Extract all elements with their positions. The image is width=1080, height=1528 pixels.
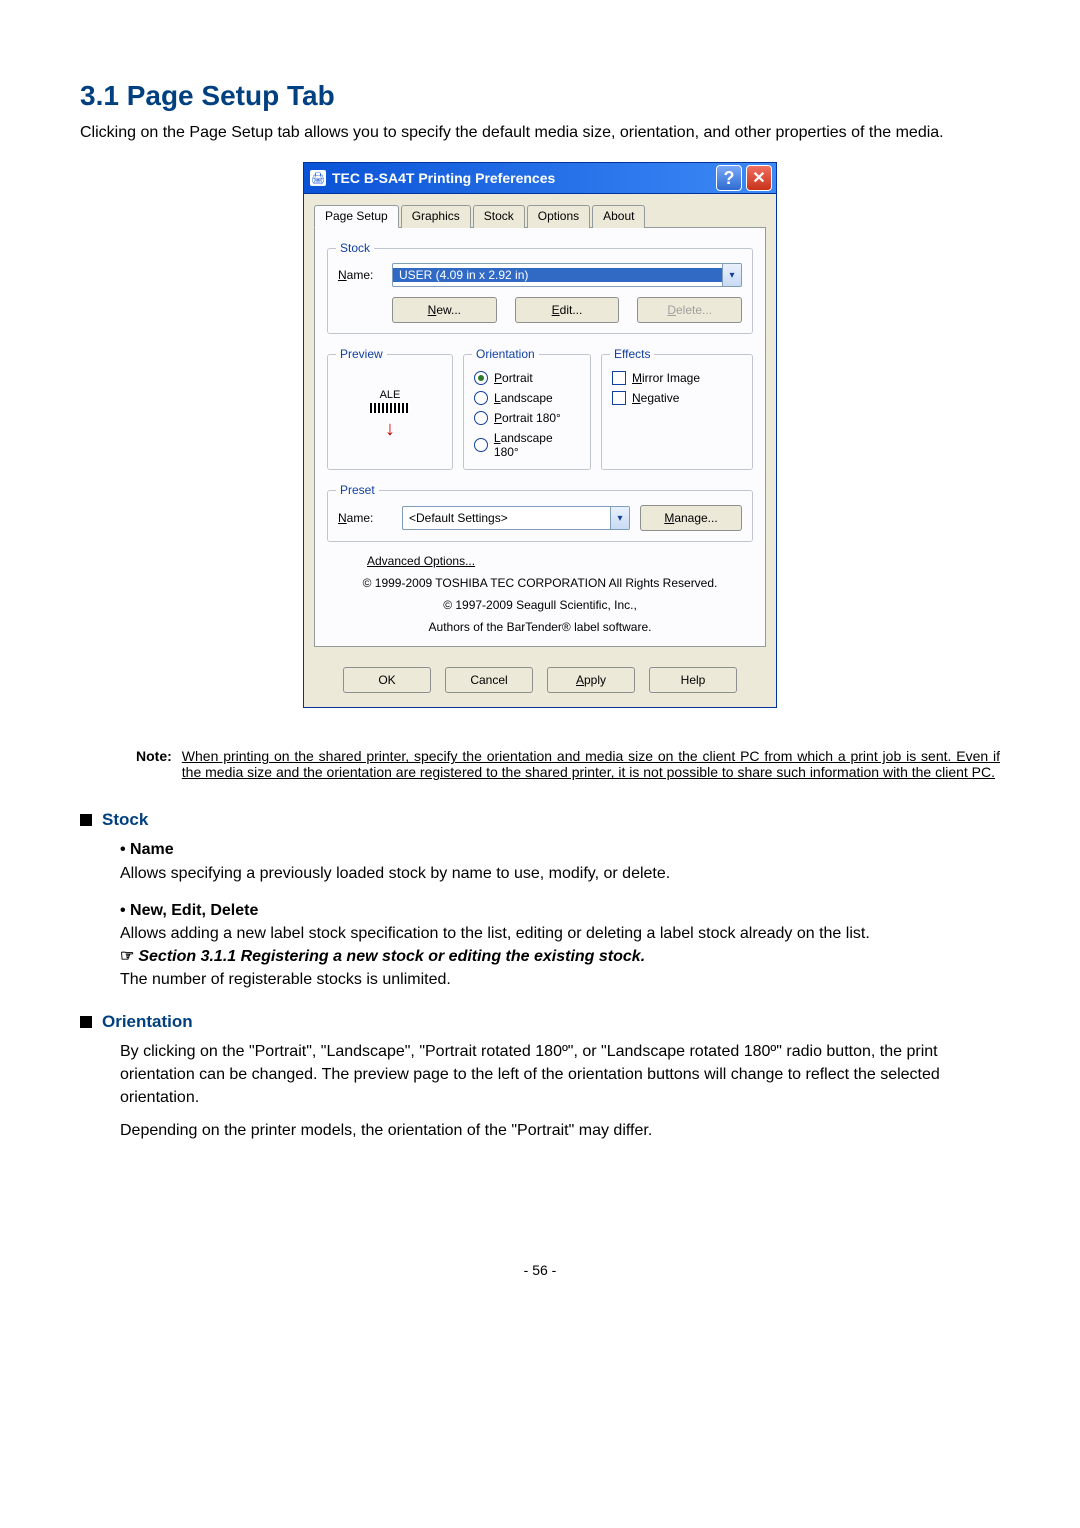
preset-name-label: Name: (338, 511, 392, 525)
radio-landscape-180[interactable]: Landscape 180° (474, 431, 580, 459)
preview-legend: Preview (336, 347, 387, 361)
note-text: When printing on the shared printer, spe… (182, 748, 1000, 780)
copyright-line-2: © 1997-2009 Seagull Scientific, Inc., (327, 596, 753, 614)
item-body-2: The number of registerable stocks is unl… (120, 968, 1000, 991)
orientation-legend: Orientation (472, 347, 539, 361)
cancel-button[interactable]: Cancel (445, 667, 533, 693)
copyright-line-1: © 1999-2009 TOSHIBA TEC CORPORATION All … (327, 574, 753, 592)
barcode-icon (370, 403, 410, 413)
tab-stock[interactable]: Stock (473, 205, 525, 228)
tab-options[interactable]: Options (527, 205, 590, 228)
ok-button[interactable]: OK (343, 667, 431, 693)
radio-icon (474, 411, 488, 425)
item-title: New, Edit, Delete (120, 899, 1000, 922)
effects-group: Effects Mirror Image Negative (601, 354, 753, 470)
check-label: Negative (632, 391, 679, 405)
page-number: - 56 - (80, 1262, 1000, 1278)
checkbox-icon (612, 371, 626, 385)
note-label: Note: (136, 748, 172, 780)
radio-portrait[interactable]: Portrait (474, 371, 580, 385)
tab-page-setup[interactable]: Page Setup (314, 205, 399, 228)
section-stock-heading: Stock (80, 810, 1000, 830)
printing-preferences-dialog: 🖨 TEC B-SA4T Printing Preferences ? ✕ Pa… (303, 162, 777, 708)
preview-canvas: ALE ↓ (350, 369, 430, 459)
preset-legend: Preset (336, 483, 379, 497)
preset-dropdown[interactable]: <Default Settings> ▾ (402, 506, 630, 530)
dialog-button-bar: OK Cancel Apply Help (304, 655, 776, 707)
preset-group: Preset Name: <Default Settings> ▾ Manage… (327, 490, 753, 542)
delete-button[interactable]: Delete... (637, 297, 742, 323)
radio-icon (474, 391, 488, 405)
new-button[interactable]: New... (392, 297, 497, 323)
arrow-down-icon: ↓ (385, 419, 395, 439)
close-icon[interactable]: ✕ (746, 165, 772, 191)
tab-about[interactable]: About (592, 205, 645, 228)
stock-group: Stock Name: USER (4.09 in x 2.92 in) ▾ N… (327, 248, 753, 334)
cross-reference: ☞Section 3.1.1 Registering a new stock o… (120, 945, 1000, 968)
dialog-title: TEC B-SA4T Printing Preferences (332, 170, 712, 186)
tab-graphics[interactable]: Graphics (401, 205, 471, 228)
stock-name-label: Name: (338, 268, 392, 282)
chevron-down-icon[interactable]: ▾ (722, 264, 741, 286)
preview-group: Preview ALE ↓ (327, 354, 453, 470)
item-title: Name (120, 838, 1000, 861)
orientation-para-2: Depending on the printer models, the ori… (80, 1119, 1000, 1142)
checkbox-icon (612, 391, 626, 405)
note-block: Note: When printing on the shared printe… (136, 748, 1000, 780)
radio-portrait-180[interactable]: Portrait 180° (474, 411, 580, 425)
manage-button[interactable]: Manage... (640, 505, 742, 531)
preset-value: <Default Settings> (403, 511, 610, 525)
radio-icon (474, 438, 488, 452)
tab-strip: Page Setup Graphics Stock Options About (314, 204, 766, 228)
stock-list: Name Allows specifying a previously load… (80, 838, 1000, 991)
intro-text: Clicking on the Page Setup tab allows yo… (80, 122, 1000, 144)
pointer-icon: ☞ (120, 948, 134, 965)
item-body: Allows adding a new label stock specific… (120, 922, 1000, 945)
orientation-group: Orientation Portrait Landscape (463, 354, 591, 470)
list-item: Name Allows specifying a previously load… (120, 838, 1000, 884)
list-item: New, Edit, Delete Allows adding a new la… (120, 899, 1000, 992)
chevron-down-icon[interactable]: ▾ (610, 507, 629, 529)
radio-label: Portrait 180° (494, 411, 561, 425)
apply-button[interactable]: Apply (547, 667, 635, 693)
radio-label: Landscape 180° (494, 431, 580, 459)
radio-icon (474, 371, 488, 385)
help-button[interactable]: Help (649, 667, 737, 693)
check-label: Mirror Image (632, 371, 700, 385)
check-negative[interactable]: Negative (612, 391, 742, 405)
stock-name-value: USER (4.09 in x 2.92 in) (393, 268, 722, 282)
preview-sample-text: ALE (380, 389, 401, 401)
advanced-options-link[interactable]: Advanced Options... (367, 554, 475, 568)
check-mirror[interactable]: Mirror Image (612, 371, 742, 385)
section-orientation-heading: Orientation (80, 1012, 1000, 1032)
radio-landscape[interactable]: Landscape (474, 391, 580, 405)
radio-label: Landscape (494, 391, 553, 405)
stock-legend: Stock (336, 241, 374, 255)
help-icon[interactable]: ? (716, 165, 742, 191)
page-title: 3.1 Page Setup Tab (80, 80, 1000, 112)
app-icon: 🖨 (310, 170, 326, 186)
titlebar: 🖨 TEC B-SA4T Printing Preferences ? ✕ (304, 163, 776, 194)
item-body: Allows specifying a previously loaded st… (120, 862, 1000, 885)
edit-button[interactable]: Edit... (515, 297, 620, 323)
radio-label: Portrait (494, 371, 533, 385)
effects-legend: Effects (610, 347, 654, 361)
copyright-line-3: Authors of the BarTender® label software… (327, 618, 753, 636)
orientation-para-1: By clicking on the "Portrait", "Landscap… (80, 1040, 1000, 1110)
stock-name-dropdown[interactable]: USER (4.09 in x 2.92 in) ▾ (392, 263, 742, 287)
